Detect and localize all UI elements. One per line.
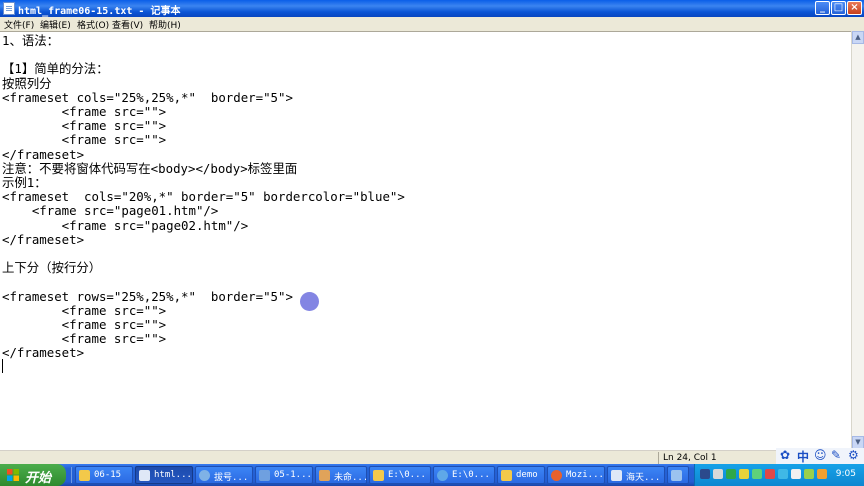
menu-format[interactable]: 格式(O) [77, 18, 109, 31]
menu-view[interactable]: 查看(V) [112, 18, 143, 31]
windows-logo-icon [7, 469, 19, 481]
ime-language-bar[interactable]: ✿ 中 ☺ ✎ ⚙ [776, 448, 864, 464]
mouse-pointer-highlight [300, 292, 319, 311]
taskbar: 开始 06-15 html... 拔号... 05-1... 未命... E:\… [0, 464, 864, 486]
task-haitian[interactable]: 海天... [607, 466, 665, 484]
folder-icon [501, 470, 512, 481]
ie-icon [437, 470, 448, 481]
tray-antivirus-icon[interactable] [765, 469, 775, 479]
folder-icon [373, 470, 384, 481]
task-05-1[interactable]: 05-1... [255, 466, 313, 484]
cursor-position: Ln 24, Col 1 [658, 452, 717, 464]
ime-smiley-icon[interactable]: ☺ [814, 448, 827, 462]
notepad-icon [139, 470, 150, 481]
tray-shield-icon[interactable] [726, 469, 736, 479]
menu-edit[interactable]: 编辑(E) [40, 18, 71, 31]
app-icon [611, 470, 622, 481]
tray-qq-icon[interactable] [778, 469, 788, 479]
tray-clock[interactable]: 9:05 [836, 469, 856, 479]
task-dialup[interactable]: 拔号... [195, 466, 253, 484]
task-untitled[interactable]: 未命... [315, 466, 367, 484]
folder-icon [79, 470, 90, 481]
task-image[interactable] [667, 466, 689, 484]
window-icon [259, 470, 270, 481]
tray-network-icon[interactable] [713, 469, 723, 479]
ime-pen-icon[interactable]: ✎ [831, 448, 841, 462]
start-label: 开始 [25, 471, 52, 486]
task-mozilla[interactable]: Mozi... [547, 466, 605, 484]
title-bar[interactable]: html_frame06-15.txt - 记事本 _ □ × [0, 0, 864, 17]
text-editor[interactable]: 1、语法： 【1】简单的分法： 按照列分 <frameset cols="25%… [0, 31, 851, 451]
task-folder-06-15[interactable]: 06-15 [75, 466, 133, 484]
ime-paw-icon[interactable]: ✿ [780, 448, 790, 462]
notepad-icon[interactable] [3, 2, 15, 15]
vertical-scrollbar[interactable]: ▲ ▼ [851, 31, 864, 450]
start-button[interactable]: 开始 [0, 464, 66, 486]
firefox-icon [551, 470, 562, 481]
maximize-button[interactable]: □ [831, 1, 846, 15]
notepad-window: html_frame06-15.txt - 记事本 _ □ × 文件(F) 编辑… [0, 0, 864, 464]
task-explorer-e2[interactable]: E:\0... [433, 466, 495, 484]
task-demo[interactable]: demo [497, 466, 545, 484]
tray-app-icon[interactable] [817, 469, 827, 479]
image-icon [671, 470, 682, 481]
tray-update-icon[interactable] [804, 469, 814, 479]
menu-file[interactable]: 文件(F) [4, 18, 34, 31]
text-caret [2, 359, 3, 373]
window-title: html_frame06-15.txt - 记事本 [18, 6, 181, 17]
ime-chinese-mode[interactable]: 中 [797, 448, 809, 465]
minimize-button[interactable]: _ [815, 1, 830, 15]
system-tray: 9:05 [694, 464, 864, 486]
paint-icon [319, 470, 330, 481]
editor-text[interactable]: 1、语法： 【1】简单的分法： 按照列分 <frameset cols="25%… [0, 32, 851, 361]
status-bar: Ln 24, Col 1 [0, 450, 864, 464]
close-button[interactable]: × [847, 1, 862, 15]
menu-bar: 文件(F) 编辑(E) 格式(O) 查看(V) 帮助(H) [0, 17, 864, 31]
task-notepad-html[interactable]: html... [135, 466, 193, 484]
scroll-up-icon[interactable]: ▲ [852, 31, 864, 44]
tray-volume-icon[interactable] [791, 469, 801, 479]
task-explorer-e1[interactable]: E:\0... [369, 466, 431, 484]
taskbar-divider [71, 467, 72, 483]
tray-messenger-icon[interactable] [752, 469, 762, 479]
ime-settings-icon[interactable]: ⚙ [848, 448, 859, 462]
network-icon [199, 470, 210, 481]
tray-keyboard-icon[interactable] [700, 469, 710, 479]
tray-security-icon[interactable] [739, 469, 749, 479]
menu-help[interactable]: 帮助(H) [149, 18, 181, 31]
